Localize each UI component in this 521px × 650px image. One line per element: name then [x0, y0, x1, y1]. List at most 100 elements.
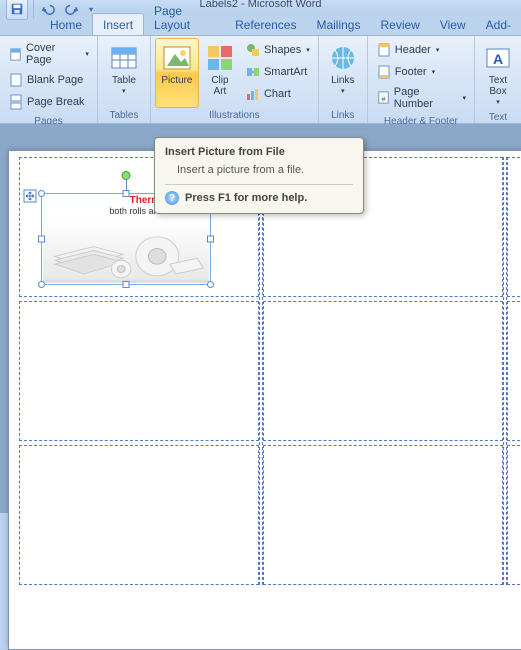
- label-cell[interactable]: [507, 301, 521, 441]
- window-title: Labels2 - Microsoft Word: [199, 0, 321, 10]
- footer-button[interactable]: Footer▾: [372, 62, 470, 82]
- group-tables: Table ▾ Tables: [98, 36, 151, 123]
- table-move-handle[interactable]: [23, 189, 37, 203]
- undo-icon: [41, 2, 55, 16]
- label: Header: [395, 44, 431, 56]
- smartart-icon: [245, 64, 261, 80]
- undo-button[interactable]: [37, 0, 59, 20]
- links-button[interactable]: Links ▾: [323, 38, 363, 108]
- label-cell[interactable]: [19, 445, 259, 585]
- chart-icon: [245, 86, 261, 102]
- save-button[interactable]: [6, 0, 28, 20]
- group-label: Links: [323, 108, 363, 123]
- redo-button[interactable]: [61, 0, 83, 20]
- group-label: Illustrations: [155, 108, 314, 123]
- blank-page-icon: [8, 72, 24, 88]
- group-pages: Cover Page▾ Blank Page Page Break Pages: [0, 36, 98, 123]
- tab-view[interactable]: View: [430, 14, 476, 35]
- smartart-button[interactable]: SmartArt: [241, 62, 314, 82]
- resize-handle-sw[interactable]: [38, 281, 45, 288]
- chevron-down-icon: ▾: [306, 46, 310, 54]
- label: Cover Page: [26, 42, 80, 66]
- page-number-icon: #: [376, 90, 391, 106]
- chevron-down-icon: ▾: [462, 94, 466, 102]
- chevron-down-icon: ▾: [122, 87, 126, 95]
- group-links: Links ▾ Links: [319, 36, 368, 123]
- page-number-button[interactable]: #Page Number ▾: [372, 84, 470, 112]
- quick-access-toolbar: ▾: [6, 0, 99, 20]
- resize-handle-n[interactable]: [123, 190, 130, 197]
- tab-insert[interactable]: Insert: [92, 13, 144, 35]
- label-cell[interactable]: [19, 301, 259, 441]
- gutter: [259, 157, 263, 585]
- picture-button[interactable]: Picture: [155, 38, 199, 108]
- blank-page-button[interactable]: Blank Page: [4, 70, 93, 90]
- redo-icon: [65, 2, 79, 16]
- tab-references[interactable]: References: [225, 14, 306, 35]
- chevron-down-icon: ▾: [341, 87, 345, 95]
- group-text: A TextBox ▾ Text: [475, 36, 521, 123]
- group-label: Tables: [102, 108, 146, 123]
- group-header-footer: Header▾ Footer▾ #Page Number▾ Header & F…: [368, 36, 475, 123]
- resize-handle-e[interactable]: [207, 236, 214, 243]
- tooltip: Insert Picture from File Insert a pictur…: [154, 137, 364, 214]
- label: Blank Page: [27, 74, 83, 86]
- picture-icon: [161, 42, 193, 74]
- qat-customize[interactable]: ▾: [85, 0, 97, 20]
- label-cell[interactable]: [507, 157, 521, 297]
- header-icon: [376, 42, 392, 58]
- label: Page Number: [394, 86, 458, 110]
- chart-button[interactable]: Chart: [241, 84, 314, 104]
- label: Chart: [264, 88, 291, 100]
- shapes-icon: [245, 42, 261, 58]
- gutter: [503, 157, 507, 585]
- clipart-icon: [204, 42, 236, 74]
- header-button[interactable]: Header ▾: [372, 40, 470, 60]
- shapes-button[interactable]: Shapes ▾: [241, 40, 314, 60]
- page-break-button[interactable]: Page Break: [4, 92, 93, 112]
- tab-addins[interactable]: Add-: [476, 14, 521, 35]
- label-cell[interactable]: [507, 445, 521, 585]
- label: Shapes: [264, 44, 301, 56]
- label-cell[interactable]: [263, 445, 503, 585]
- tooltip-help-text: Press F1 for more help.: [185, 192, 307, 204]
- links-icon: [327, 42, 359, 74]
- textbox-icon: A: [482, 42, 514, 74]
- cover-page-icon: [8, 46, 23, 62]
- label-cell[interactable]: [263, 301, 503, 441]
- svg-text:A: A: [493, 51, 503, 67]
- textbox-button[interactable]: A TextBox ▾: [479, 38, 517, 110]
- tooltip-help: ? Press F1 for more help.: [165, 191, 353, 205]
- resize-handle-nw[interactable]: [38, 190, 45, 197]
- picture-graphic: [43, 216, 209, 283]
- chevron-down-icon: ▾: [85, 50, 89, 58]
- label: Picture: [161, 75, 192, 86]
- help-icon: ?: [165, 191, 179, 205]
- resize-handle-w[interactable]: [38, 236, 45, 243]
- tooltip-title: Insert Picture from File: [165, 146, 353, 158]
- table-button[interactable]: Table ▾: [102, 38, 146, 108]
- table-icon: [108, 42, 140, 74]
- save-icon: [10, 2, 24, 16]
- chevron-down-icon: ▾: [432, 68, 436, 76]
- chevron-down-icon: ▾: [436, 46, 440, 54]
- rotation-handle[interactable]: [122, 171, 131, 180]
- label: Page Break: [27, 96, 84, 108]
- page[interactable]: Thermal Labels both rolls and fanfolded: [8, 150, 521, 650]
- resize-handle-se[interactable]: [207, 281, 214, 288]
- resize-handle-s[interactable]: [123, 281, 130, 288]
- page-break-icon: [8, 94, 24, 110]
- label: SmartArt: [264, 66, 307, 78]
- ribbon: Cover Page▾ Blank Page Page Break Pages …: [0, 36, 521, 124]
- label: Table: [112, 75, 136, 86]
- group-illustrations: Picture ClipArt Shapes ▾ SmartArt Chart I…: [151, 36, 319, 123]
- label: Links: [331, 75, 354, 86]
- clipart-button[interactable]: ClipArt: [201, 38, 239, 108]
- tab-review[interactable]: Review: [370, 14, 429, 35]
- qat-separator: [33, 0, 34, 18]
- cover-page-button[interactable]: Cover Page ▾: [4, 40, 93, 68]
- tooltip-separator: [165, 184, 353, 185]
- tab-mailings[interactable]: Mailings: [306, 14, 370, 35]
- label: TextBox: [489, 75, 507, 97]
- label: ClipArt: [211, 75, 228, 97]
